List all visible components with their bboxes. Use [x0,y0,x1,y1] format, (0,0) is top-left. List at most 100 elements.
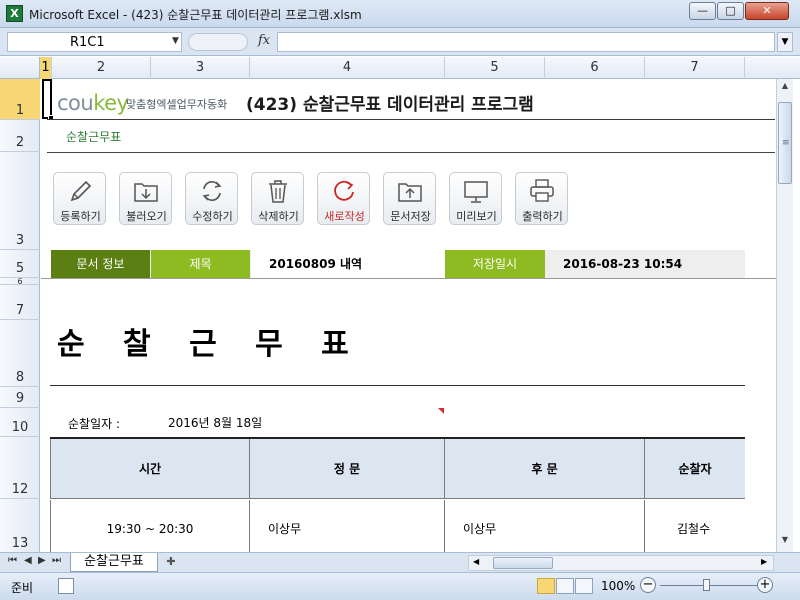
register-button[interactable]: 등록하기 [53,172,106,225]
comment-indicator[interactable] [438,408,444,414]
zoom-in-button[interactable]: + [757,577,773,593]
select-all-corner[interactable] [0,57,40,79]
new-document-button[interactable]: 새로작성 [317,172,370,225]
folder-download-icon [134,183,158,202]
button-label: 등록하기 [60,210,101,223]
table-cell-patroller[interactable]: 김철수 [645,500,745,552]
scroll-thumb[interactable]: ≡ [778,102,792,184]
row-header[interactable]: 5 [0,250,40,278]
macro-record-icon[interactable] [58,578,74,594]
last-sheet-icon[interactable]: ⏭ [52,555,61,566]
row-number: 10 [11,420,29,435]
row-number: 8 [15,370,25,385]
divider [47,152,775,153]
column-header[interactable]: 3 [151,57,250,79]
row-header[interactable]: 2 [0,120,40,152]
scroll-thumb[interactable] [493,557,553,569]
scroll-right-icon[interactable]: ▶ [761,557,767,566]
row-header[interactable]: 6 [0,277,40,286]
chevron-down-icon[interactable]: ▼ [172,36,179,46]
column-header[interactable]: 2 [52,57,151,79]
row-header[interactable]: 7 [0,285,40,320]
patrol-date-label: 순찰일자 : [68,417,121,431]
logo-tagline: 맞춤형엑셀업무자동화 [126,98,228,111]
row-number: 3 [15,233,25,248]
page-layout-view-button[interactable] [556,578,574,594]
row-header[interactable]: 8 [0,320,40,387]
column-header[interactable]: 6 [545,57,645,79]
horizontal-scrollbar[interactable]: ◀ ▶ [468,555,774,571]
document-info-label: 문서 정보 [51,250,150,278]
table-header-front-gate[interactable]: 정 문 [250,439,445,499]
button-label: 삭제하기 [258,210,299,223]
name-box[interactable]: R1C1 ▼ [7,32,182,52]
row-header[interactable]: 12 [0,437,40,499]
column-header[interactable]: 7 [645,57,745,79]
patrol-table: 시간 정 문 후 문 순찰자 19:30 ~ 20:30 이상무 이상무 김철수 [50,437,745,552]
patrol-date-value[interactable]: 2016년 8월 18일 [168,414,262,431]
scroll-left-icon[interactable]: ◀ [473,557,479,566]
excel-app-icon[interactable]: X [6,5,23,22]
zoom-slider-thumb[interactable] [703,579,710,591]
table-header-patroller[interactable]: 순찰자 [645,439,745,499]
scroll-down-icon[interactable]: ▼ [778,535,792,549]
monitor-icon [464,181,488,203]
trash-icon [269,180,287,203]
print-button[interactable]: 출력하기 [515,172,568,225]
close-button[interactable]: ✕ [745,2,789,20]
row-number: 5 [15,261,25,276]
column-header[interactable]: 5 [445,57,545,79]
status-ready: 준비 [11,581,34,595]
divider [47,119,775,120]
row-number: 2 [15,135,25,150]
save-document-button[interactable]: 문서저장 [383,172,436,225]
edit-button[interactable]: 수정하기 [185,172,238,225]
formula-input[interactable] [277,32,775,52]
prev-sheet-icon[interactable]: ◀ [24,555,32,566]
delete-button[interactable]: 삭제하기 [251,172,304,225]
maximize-button[interactable]: □ [717,2,744,20]
button-label: 미리보기 [456,210,497,223]
sheet-tab-active[interactable]: 순찰근무표 [70,553,158,572]
row-header[interactable]: 10 [0,408,40,437]
printer-icon [530,179,554,202]
sheet-tab-bar: ⏮ ◀ ▶ ⏭ 순찰근무표 ✚ ◀ ▶ [0,552,800,572]
document-info-row: 문서 정보 제목 20160809 내역 저장일시 2016-08-23 10:… [51,250,745,278]
insert-sheet-icon[interactable]: ✚ [160,555,182,571]
vertical-scrollbar[interactable]: ▲ ≡ ▼ [776,79,793,552]
insert-function-icon[interactable]: fx [258,33,270,48]
row-header[interactable]: 3 [0,152,40,250]
page-break-view-button[interactable] [575,578,593,594]
table-cell-front-gate[interactable]: 이상무 [250,500,445,552]
column-header[interactable]: 1 [40,57,52,79]
table-cell-back-gate[interactable]: 이상무 [445,500,645,552]
row-header[interactable]: 13 [0,499,40,552]
button-label: 출력하기 [522,210,563,223]
column-header[interactable]: 4 [250,57,445,79]
worksheet[interactable]: coukey 맞춤형엑셀업무자동화 (423) 순찰근무표 데이터관리 프로그램… [41,79,776,552]
formula-tools: fx [186,32,274,52]
normal-view-button[interactable] [537,578,555,594]
fill-handle[interactable] [48,115,54,121]
sheet-subtitle: 순찰근무표 [66,130,122,144]
zoom-level[interactable]: 100% [601,579,635,593]
preview-button[interactable]: 미리보기 [449,172,502,225]
minimize-button[interactable]: — [689,2,716,20]
table-header-time[interactable]: 시간 [50,439,250,499]
load-button[interactable]: 불러오기 [119,172,172,225]
status-bar: 준비 100% − + [0,572,800,600]
saved-date-value[interactable]: 2016-08-23 10:54 [545,250,745,278]
title-value[interactable]: 20160809 내역 [251,250,445,278]
table-header-back-gate[interactable]: 후 문 [445,439,645,499]
logo-text-accent: key [93,91,129,115]
coukey-logo: coukey [57,91,129,115]
scroll-up-icon[interactable]: ▲ [778,81,792,95]
row-header[interactable]: 1 [0,79,40,120]
row-header[interactable]: 9 [0,387,40,408]
active-cell[interactable] [42,79,52,119]
expand-formula-bar-icon[interactable]: ▼ [777,32,793,52]
table-cell-time[interactable]: 19:30 ~ 20:30 [50,500,250,552]
first-sheet-icon[interactable]: ⏮ [8,555,17,566]
zoom-out-button[interactable]: − [640,577,656,593]
next-sheet-icon[interactable]: ▶ [38,555,46,566]
